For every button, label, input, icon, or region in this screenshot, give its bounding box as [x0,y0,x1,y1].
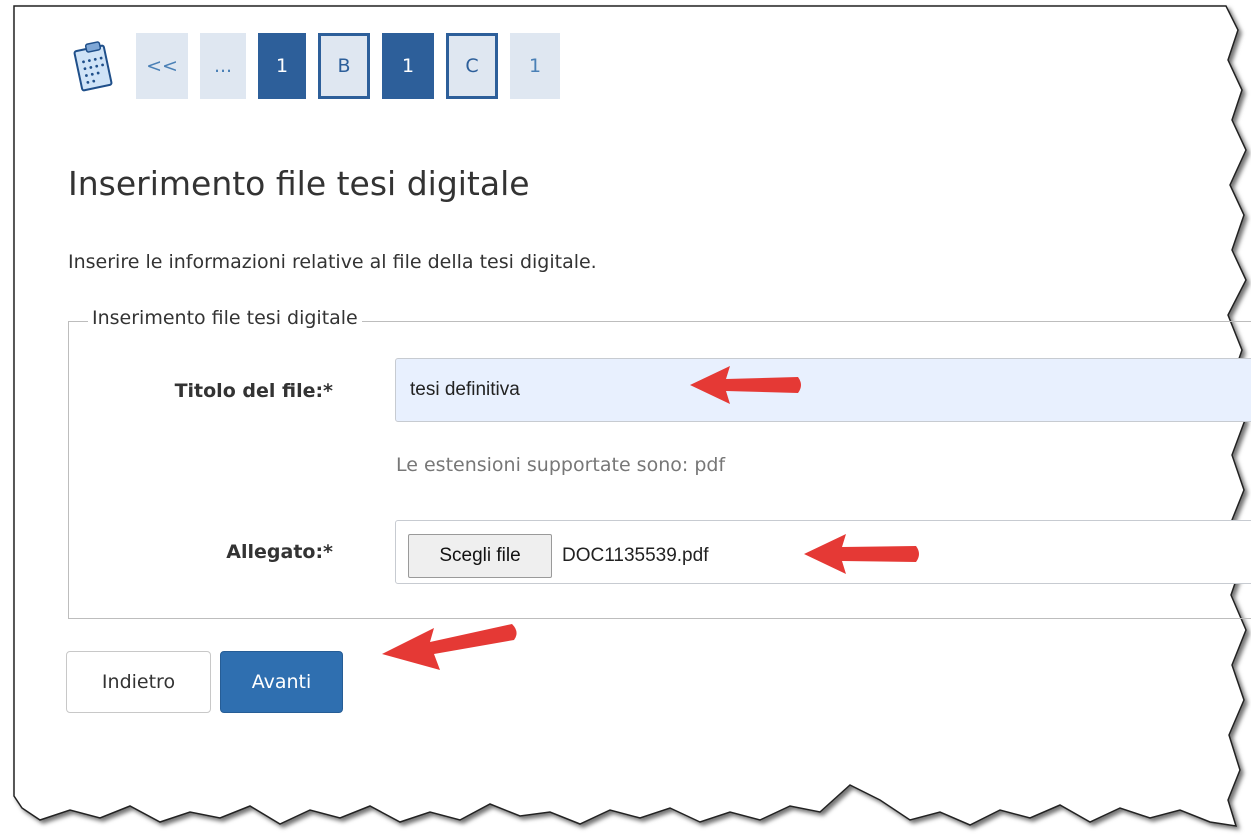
step-ellipsis[interactable]: ... [200,33,246,99]
step-next-1[interactable]: 1 [510,33,560,99]
title-field-label: Titolo del file:* [174,380,333,402]
step-c[interactable]: C [446,33,498,99]
arrow-annotation-icon [690,366,801,404]
selected-file-name: DOC1135539.pdf [562,545,709,566]
attachment-field-label: Allegato:* [226,541,333,563]
page-content: << ... 1 B 1 C 1 Inserimento file tesi d… [0,0,1251,840]
progress-stepper: << ... 1 B 1 C 1 [70,32,572,100]
step-1-current[interactable]: 1 [382,33,434,99]
page-intro: Inserire le informazioni relative al fil… [68,251,597,273]
arrow-annotation-icon [382,624,517,670]
title-input[interactable] [395,358,1251,422]
step-1[interactable]: 1 [258,33,306,99]
step-first[interactable]: << [136,33,188,99]
back-button[interactable]: Indietro [66,651,211,713]
extensions-hint: Le estensioni supportate sono: pdf [396,454,726,476]
next-button[interactable]: Avanti [220,651,343,713]
arrow-annotation-icon [804,534,919,574]
screenshot-canvas: << ... 1 B 1 C 1 Inserimento file tesi d… [0,0,1251,840]
choose-file-button[interactable]: Scegli file [408,534,552,578]
page-title: Inserimento file tesi digitale [68,164,530,203]
clipboard-icon [73,41,113,92]
step-b[interactable]: B [318,33,370,99]
fieldset-legend: Inserimento file tesi digitale [88,307,362,329]
